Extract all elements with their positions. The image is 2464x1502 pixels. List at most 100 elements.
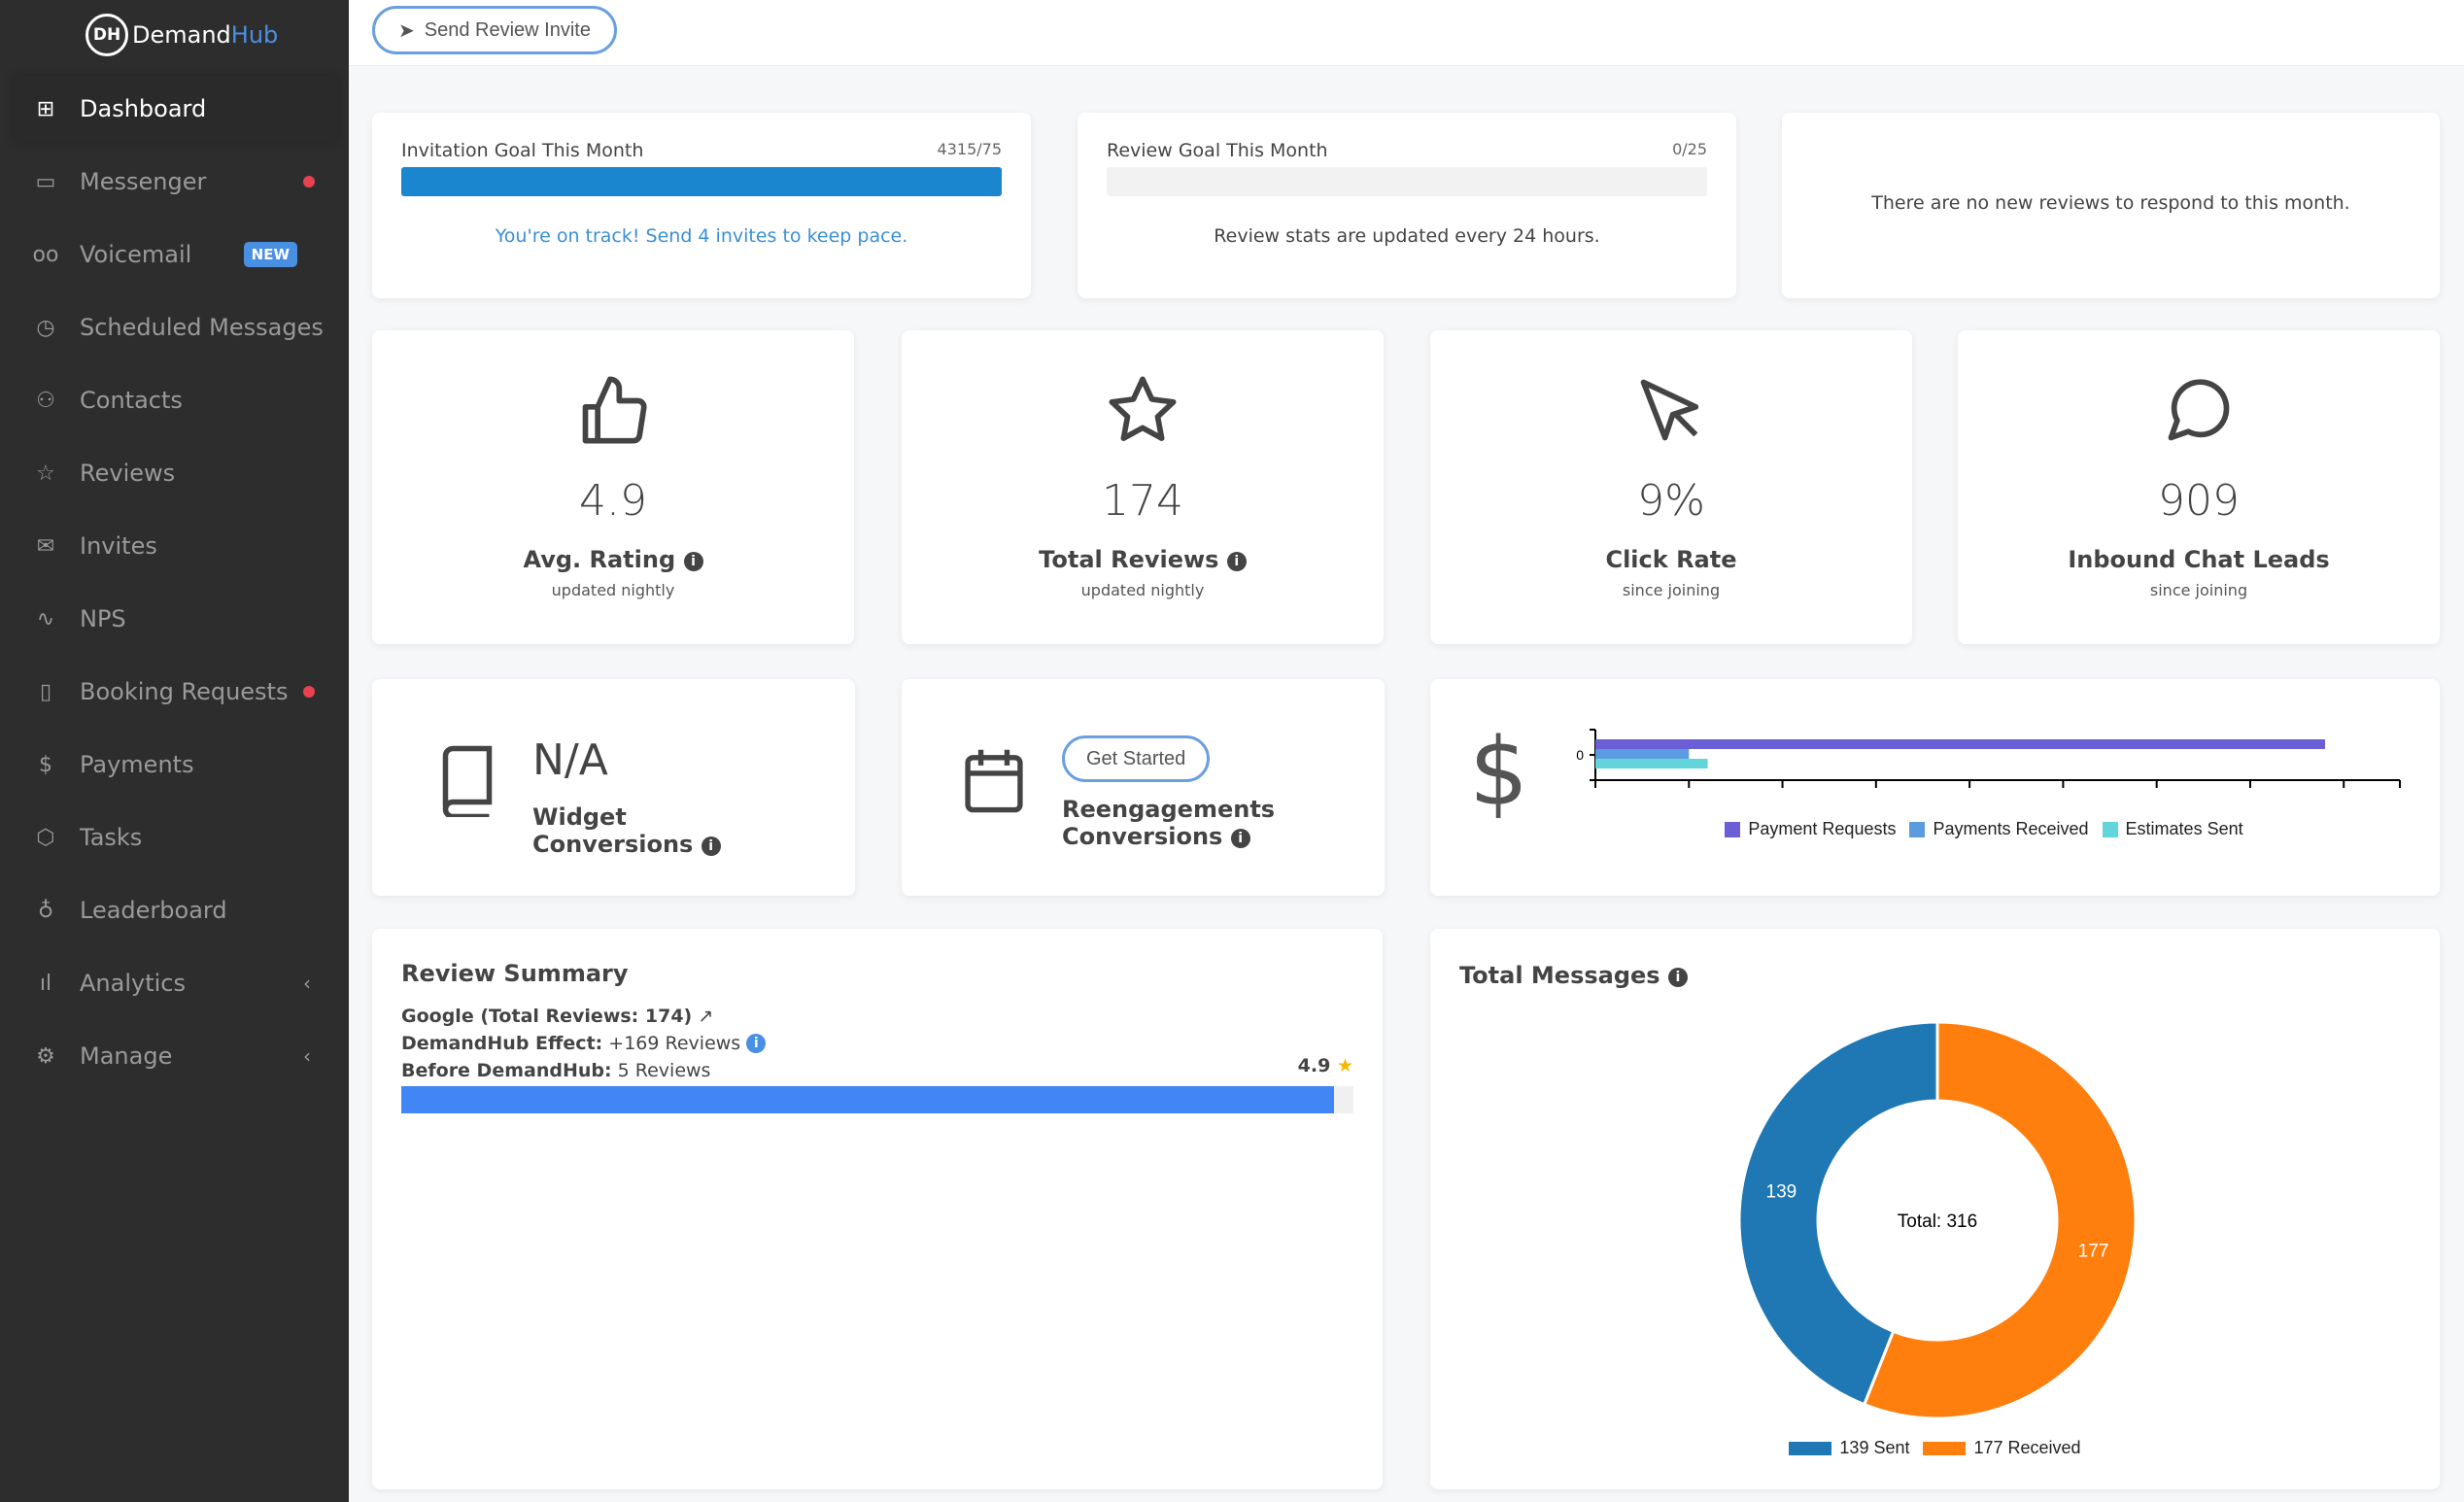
settings-icon: ⚙ xyxy=(36,1043,55,1069)
legend-label: Payments Received xyxy=(1933,819,2089,838)
effect-label: DemandHub Effect: xyxy=(401,1033,603,1054)
info-icon[interactable]: i xyxy=(1226,552,1247,571)
stat-card-click-rate: 9% Click Rate since joining xyxy=(1430,330,1912,644)
logo[interactable]: DH DemandHub xyxy=(86,14,278,56)
stat-value: 9% xyxy=(1637,476,1705,526)
chevron-left-icon[interactable]: ‹ xyxy=(303,1044,311,1068)
before-value: 5 Reviews xyxy=(617,1060,711,1081)
legend-item[interactable]: Estimates Sent xyxy=(2102,819,2243,839)
sidebar-item-reviews[interactable]: ☆ Reviews xyxy=(14,440,338,506)
goal-title: Review Goal This Month xyxy=(1107,140,1328,161)
messages-donut-chart: 177 139 Total: 316 xyxy=(1737,1020,2138,1420)
message-icon: ▭ xyxy=(35,169,56,194)
stat-label: Inbound Chat Leads xyxy=(2068,546,2330,573)
reviews-notice-card: There are no new reviews to respond to t… xyxy=(1782,113,2440,298)
x-tick-label: 25 xyxy=(2056,793,2071,796)
sidebar: DH DemandHub ⊞ Dashboard ▭ Messenger oo Voice… xyxy=(0,0,349,1502)
sidebar-item-booking-requests[interactable]: ▯ Booking Requests xyxy=(14,659,338,725)
goal-message: Review stats are updated every 24 hours. xyxy=(1214,225,1600,247)
sidebar-item-nps[interactable]: ∿ NPS xyxy=(14,586,338,652)
calendar-icon xyxy=(965,749,1023,813)
widget-label: Widget xyxy=(532,803,627,831)
sidebar-item-tasks[interactable]: ⬡ Tasks xyxy=(14,804,338,870)
sidebar-item-voicemail[interactable]: oo Voicemail NEW xyxy=(14,222,338,288)
stat-sub: updated nightly xyxy=(1080,581,1205,599)
sidebar-item-contacts[interactable]: ⚇ Contacts xyxy=(14,367,338,433)
sidebar-item-label: Payments xyxy=(80,751,194,778)
x-tick-label: 0 xyxy=(1591,793,1599,796)
y-tick-label: 0 xyxy=(1576,747,1584,763)
sidebar-item-payments[interactable]: $ Payments xyxy=(14,732,338,798)
users-icon: ⚇ xyxy=(36,388,55,413)
sidebar-item-label: Scheduled Messages xyxy=(80,314,324,341)
voicemail-icon: oo xyxy=(32,242,59,267)
sidebar-item-leaderboard[interactable]: ♁ Leaderboard xyxy=(14,877,338,943)
book-icon xyxy=(442,745,493,817)
goal-message[interactable]: You're on track! Send 4 invites to keep … xyxy=(372,225,1031,247)
sidebar-item-label: Dashboard xyxy=(80,95,207,122)
legend-swatch xyxy=(1725,821,1741,837)
cursor-icon xyxy=(1640,379,1699,441)
sidebar-item-label: Reviews xyxy=(80,460,176,487)
x-tick-label: 15 xyxy=(1868,793,1884,796)
sidebar-item-dashboard[interactable]: ⊞ Dashboard xyxy=(14,76,338,142)
sidebar-item-messenger[interactable]: ▭ Messenger xyxy=(14,149,338,215)
info-icon[interactable]: i xyxy=(683,552,703,571)
chat-icon xyxy=(2168,379,2230,441)
sidebar-item-label: Tasks xyxy=(80,824,143,851)
legend-item[interactable]: 177 Received xyxy=(1923,1438,2081,1458)
sidebar-item-label: Contacts xyxy=(80,387,183,414)
star-icon xyxy=(1109,376,1177,441)
sidebar-item-analytics[interactable]: ıl Analytics ‹ xyxy=(14,950,338,1016)
send-review-invite-button[interactable]: ➤ Send Review Invite xyxy=(372,6,617,54)
get-started-button[interactable]: Get Started xyxy=(1062,735,1211,782)
topbar: ➤ Send Review Invite xyxy=(349,0,2464,66)
legend-item[interactable]: Payments Received xyxy=(1909,819,2089,839)
info-icon[interactable]: i xyxy=(746,1034,767,1053)
notification-dot xyxy=(303,686,315,698)
box-icon: ⬡ xyxy=(36,825,55,850)
logo-text: Demand xyxy=(132,21,231,49)
legend-swatch xyxy=(2102,821,2118,837)
stat-value: 909 xyxy=(2158,476,2240,526)
clock-icon: ◷ xyxy=(36,315,55,340)
logo-mark: DH xyxy=(86,14,128,56)
send-label: Send Review Invite xyxy=(424,18,591,41)
logo-text-accent: Hub xyxy=(230,21,279,49)
info-icon[interactable]: i xyxy=(701,836,721,856)
x-tick-label: 35 xyxy=(2242,793,2258,796)
sidebar-item-manage[interactable]: ⚙ Manage ‹ xyxy=(14,1023,338,1089)
x-tick-label: 10 xyxy=(1775,793,1791,796)
slice-label: 177 xyxy=(2078,1242,2109,1262)
goal-count: 4315/75 xyxy=(937,140,1002,158)
stat-label: Avg. Rating xyxy=(523,546,676,573)
external-link-icon[interactable]: ↗ xyxy=(698,1006,713,1027)
info-icon[interactable]: i xyxy=(1230,829,1250,848)
grid-icon: ⊞ xyxy=(36,96,55,121)
chevron-left-icon[interactable]: ‹ xyxy=(303,972,311,995)
new-badge: NEW xyxy=(243,242,297,267)
center-label: Total: 316 xyxy=(1898,1212,1977,1232)
messages-legend: 139 Sent 177 Received xyxy=(1430,1438,2440,1458)
bar-payments-received xyxy=(1595,749,1690,759)
stat-sub: since joining xyxy=(1622,581,1721,599)
bar-estimates-sent xyxy=(1595,759,1708,768)
sidebar-item-label: Voicemail xyxy=(80,241,192,268)
legend-item[interactable]: Payment Requests xyxy=(1725,819,1896,839)
x-tick-label: 30 xyxy=(2149,793,2165,796)
sidebar-item-label: Invites xyxy=(80,532,157,560)
stat-card-total-reviews: 174 Total Reviews i updated nightly xyxy=(902,330,1384,644)
legend-item[interactable]: 139 Sent xyxy=(1789,1438,1909,1458)
sidebar-item-scheduled-messages[interactable]: ◷ Scheduled Messages xyxy=(14,294,338,360)
legend-label: Estimates Sent xyxy=(2125,819,2243,838)
stat-sub: since joining xyxy=(2149,581,2248,599)
legend-label: Payment Requests xyxy=(1748,819,1897,838)
award-icon: ♁ xyxy=(37,898,54,923)
bar-payment-requests xyxy=(1595,739,2325,749)
review-goal-card: Review Goal This Month 0/25 Review stats … xyxy=(1078,113,1736,298)
sidebar-item-label: Booking Requests xyxy=(80,678,289,705)
rating-value: 4.9 xyxy=(1297,1055,1331,1076)
reengagement-card: Get Started Reengagements Conversions i xyxy=(902,679,1385,896)
sidebar-item-invites[interactable]: ✉ Invites xyxy=(14,513,338,579)
invitation-goal-card: Invitation Goal This Month 4315/75 You're… xyxy=(372,113,1031,298)
